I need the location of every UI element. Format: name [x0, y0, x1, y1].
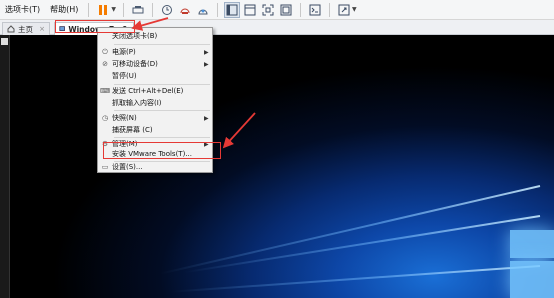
chevron-down-icon[interactable]: ▼ — [352, 6, 357, 13]
keyboard-icon: ⌨ — [99, 87, 111, 95]
send-keys-icon[interactable] — [130, 2, 146, 18]
toolbar-separator — [123, 2, 125, 17]
menu-item-power[interactable]: ⏻ 电源(P) ▶ — [98, 46, 212, 58]
chevron-right-icon: ▶ — [204, 60, 209, 68]
windows-logo — [510, 261, 554, 298]
stretch-icon[interactable] — [336, 2, 352, 18]
close-icon[interactable]: × — [36, 25, 45, 33]
toolbar-separator — [300, 2, 302, 17]
menu-item-snapshot[interactable]: ◷ 快照(N) ▶ — [98, 112, 212, 124]
fit-window-icon[interactable] — [278, 2, 294, 18]
vm-display[interactable] — [10, 35, 554, 298]
toolbar-separator — [152, 2, 154, 17]
menu-tabs[interactable]: 选项卡(T) — [0, 0, 45, 20]
device-icon: ⊘ — [102, 60, 108, 68]
menu-item-grab-input[interactable]: 抓取输入内容(I) — [98, 97, 212, 109]
unity-view-icon[interactable] — [242, 2, 258, 18]
chevron-right-icon: ▶ — [204, 48, 209, 56]
settings-icon: ▭ — [101, 163, 109, 171]
windows-logo — [510, 230, 554, 258]
power-icon: ⏻ — [102, 47, 108, 56]
snapshot-icon[interactable] — [159, 2, 175, 18]
menu-item-removable-devices[interactable]: ⊘ 可移动设备(D) ▶ — [98, 58, 212, 70]
pause-icon[interactable] — [95, 2, 111, 18]
snapshot-manager-icon[interactable] — [195, 2, 211, 18]
menu-item-send-ctrl-alt-del[interactable]: ⌨ 发送 Ctrl+Alt+Del(E) — [98, 85, 212, 97]
sidebar-view-icon[interactable] — [224, 1, 241, 18]
tab-home[interactable]: 主页 × — [2, 22, 50, 35]
toolbar-separator — [217, 2, 219, 17]
toolbar-separator — [329, 2, 331, 17]
annotation-box-tab — [55, 20, 135, 33]
menu-item-pause[interactable]: 暂停(U) — [98, 70, 212, 82]
revert-snapshot-icon[interactable] — [177, 2, 193, 18]
light-beam — [184, 215, 541, 274]
annotation-box-install-tools — [103, 142, 221, 159]
tab-label: 主页 — [18, 24, 33, 34]
menu-help[interactable]: 帮助(H) — [45, 0, 83, 20]
menubar: 选项卡(T) 帮助(H) ▼ ▼ — [0, 0, 554, 20]
fullscreen-icon[interactable] — [260, 2, 276, 18]
toolbar-separator — [88, 2, 90, 17]
menu-separator — [114, 110, 210, 111]
pin-icon[interactable] — [1, 38, 8, 45]
menu-item-capture-screen[interactable]: 捕获屏幕 (C) — [98, 124, 212, 136]
console-icon[interactable] — [307, 2, 323, 18]
snapshot-icon: ◷ — [101, 114, 109, 122]
light-beam — [170, 265, 541, 293]
light-beam — [159, 185, 541, 275]
chevron-down-icon[interactable]: ▼ — [111, 6, 116, 13]
menu-item-settings[interactable]: ▭ 设置(S)... — [98, 161, 212, 173]
menu-separator — [114, 44, 210, 45]
library-panel[interactable] — [0, 35, 10, 298]
home-icon — [7, 25, 15, 33]
chevron-right-icon: ▶ — [204, 114, 209, 122]
